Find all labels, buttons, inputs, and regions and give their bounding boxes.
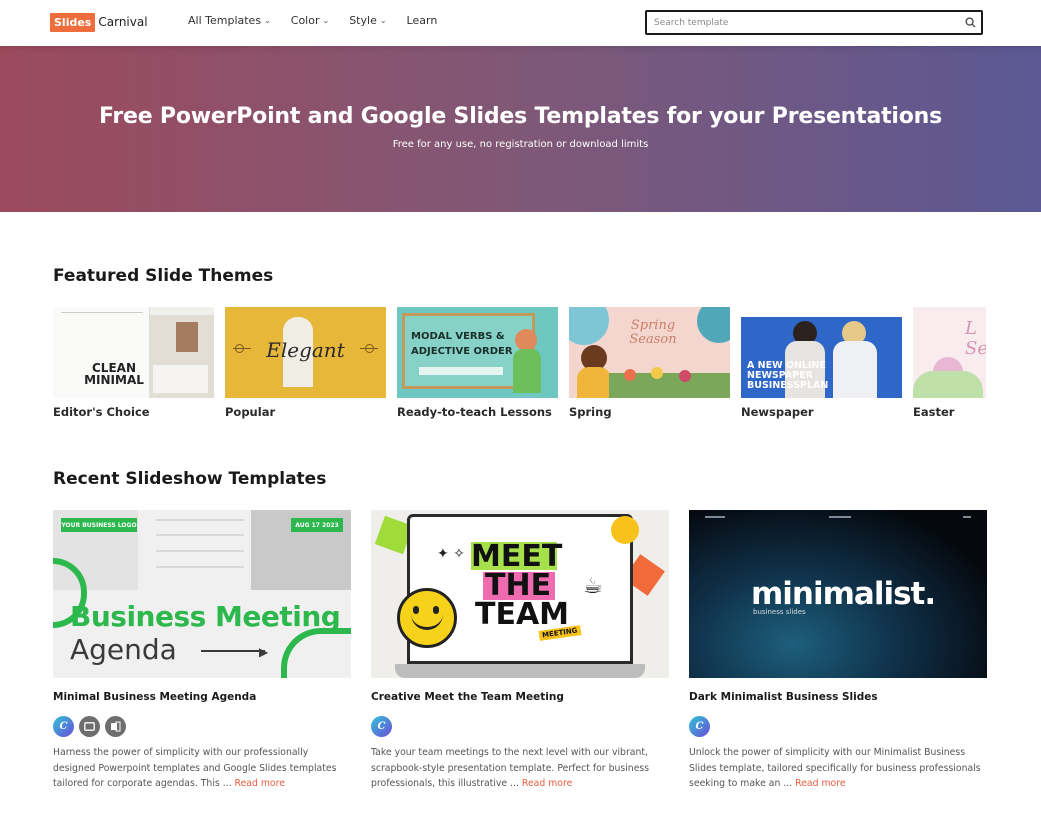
template-thumbnail[interactable]: MEET THE TEAM MEETING ✦ ✧ ☕ (371, 510, 669, 678)
thumbnail-text: Spring Season (629, 318, 677, 347)
thumbnail-text: Elegant (266, 338, 345, 362)
description-text: Take your team meetings to the next leve… (371, 747, 650, 789)
chevron-down-icon: ⌄ (379, 16, 387, 25)
read-more-link[interactable]: Read more (522, 778, 572, 789)
canva-icon[interactable]: C (53, 716, 74, 737)
site-header: Slides Carnival All Templates ⌄ Color ⌄ … (0, 0, 1041, 46)
theme-card-ready-to-teach[interactable]: MODAL VERBS & ADJECTIVE ORDER Ready-to-t… (397, 307, 558, 422)
thumbnail-text: CLEAN MINIMAL (84, 361, 144, 387)
nav-label: Learn (406, 14, 438, 27)
template-title[interactable]: Dark Minimalist Business Slides (689, 691, 987, 703)
powerpoint-icon[interactable] (105, 716, 126, 737)
thumbnail-text: minimalist. (751, 576, 936, 612)
theme-card-popular[interactable]: Elegant Popular (225, 307, 386, 422)
theme-card-editors-choice[interactable]: CLEAN MINIMAL Editor's Choice (53, 307, 214, 422)
theme-label: Newspaper (741, 405, 814, 419)
hero-banner: Free PowerPoint and Google Slides Templa… (0, 46, 1041, 212)
thumbnail-text: L Se (965, 318, 986, 359)
thumbnail-text: TEAM (475, 597, 570, 632)
logo[interactable]: Slides Carnival (50, 11, 148, 33)
nav-color[interactable]: Color ⌄ (291, 14, 329, 27)
theme-label: Ready-to-teach Lessons (397, 405, 552, 419)
theme-thumbnail[interactable]: CLEAN MINIMAL (53, 307, 214, 398)
template-description: Take your team meetings to the next leve… (371, 745, 669, 792)
theme-label: Easter (913, 405, 955, 419)
template-title[interactable]: Creative Meet the Team Meeting (371, 691, 669, 703)
theme-label: Editor's Choice (53, 405, 150, 419)
hero-subtitle: Free for any use, no registration or dow… (392, 139, 649, 150)
template-description: Unlock the power of simplicity with our … (689, 745, 987, 792)
format-icons: C (689, 716, 987, 737)
theme-card-easter[interactable]: L Se Easter (913, 307, 986, 422)
thumbnail-date: AUG 17 2023 (291, 518, 343, 532)
read-more-link[interactable]: Read more (795, 778, 845, 789)
format-icons: C (371, 716, 669, 737)
recent-title: Recent Slideshow Templates (53, 469, 327, 489)
thumbnail-text: MODAL VERBS & ADJECTIVE ORDER (411, 331, 513, 357)
template-thumbnail[interactable]: YOUR BUSINESS LOGO AUG 17 2023 Business … (53, 510, 351, 678)
chevron-down-icon: ⌄ (322, 16, 330, 25)
theme-card-newspaper[interactable]: A NEW ONLINE NEWSPAPER BUSINESSPLAN News… (741, 307, 902, 422)
thumbnail-text: Business Meeting (70, 600, 341, 633)
canva-icon[interactable]: C (689, 716, 710, 737)
read-more-link[interactable]: Read more (235, 778, 285, 789)
search-icon[interactable] (959, 17, 981, 28)
nav-label: Color (290, 14, 320, 27)
theme-thumbnail[interactable]: MODAL VERBS & ADJECTIVE ORDER (397, 307, 558, 398)
featured-themes-carousel: CLEAN MINIMAL Editor's Choice Elegant Po… (53, 307, 986, 422)
search-input[interactable] (647, 17, 959, 28)
google-slides-icon[interactable] (79, 716, 100, 737)
theme-label: Popular (225, 405, 276, 419)
main-nav: All Templates ⌄ Color ⌄ Style ⌄ Learn (188, 14, 437, 27)
theme-thumbnail[interactable]: A NEW ONLINE NEWSPAPER BUSINESSPLAN (741, 307, 902, 398)
thumbnail-text: A NEW ONLINE NEWSPAPER BUSINESSPLAN (747, 360, 829, 391)
canva-icon[interactable]: C (371, 716, 392, 737)
nav-label: Style (349, 14, 377, 27)
theme-thumbnail[interactable]: Spring Season (569, 307, 730, 398)
theme-thumbnail[interactable]: L Se (913, 307, 986, 398)
theme-label: Spring (569, 405, 612, 419)
nav-style[interactable]: Style ⌄ (349, 14, 386, 27)
format-icons: C (53, 716, 351, 737)
theme-card-spring[interactable]: Spring Season Spring (569, 307, 730, 422)
theme-thumbnail[interactable]: Elegant (225, 307, 386, 398)
hero-title: Free PowerPoint and Google Slides Templa… (98, 104, 943, 129)
template-description: Harness the power of simplicity with our… (53, 745, 351, 792)
template-card: MEET THE TEAM MEETING ✦ ✧ ☕ Creative Mee… (371, 510, 669, 792)
thumbnail-text: business slides (753, 608, 806, 616)
description-text: Harness the power of simplicity with our… (53, 747, 337, 789)
nav-learn[interactable]: Learn (407, 14, 438, 27)
thumbnail-text: Agenda (70, 633, 177, 666)
logo-box: Slides (50, 12, 96, 32)
recent-templates-grid: YOUR BUSINESS LOGO AUG 17 2023 Business … (53, 510, 987, 792)
nav-all-templates[interactable]: All Templates ⌄ (188, 14, 271, 27)
template-title[interactable]: Minimal Business Meeting Agenda (53, 691, 351, 703)
logo-text: Carnival (98, 15, 148, 29)
template-thumbnail[interactable]: minimalist. business slides (689, 510, 987, 678)
featured-title: Featured Slide Themes (53, 266, 274, 286)
search-box (645, 10, 983, 35)
nav-label: All Templates (188, 14, 262, 27)
template-card: YOUR BUSINESS LOGO AUG 17 2023 Business … (53, 510, 351, 792)
thumbnail-logo: YOUR BUSINESS LOGO (61, 518, 137, 532)
template-card: minimalist. business slides Dark Minimal… (689, 510, 987, 792)
chevron-down-icon: ⌄ (264, 16, 271, 25)
